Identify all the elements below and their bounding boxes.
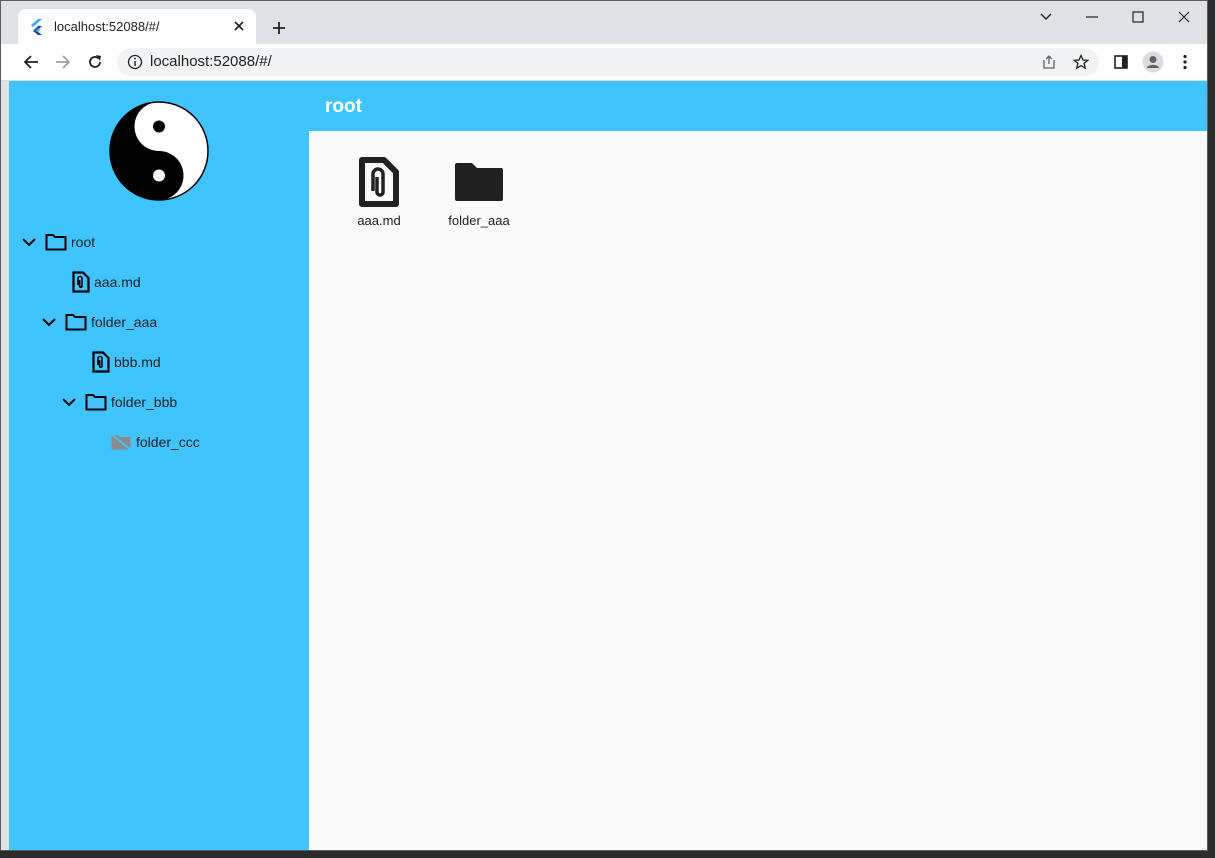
maximize-icon[interactable] <box>1115 5 1161 29</box>
folder-outline-icon <box>85 394 107 411</box>
yin-yang-icon <box>109 101 209 201</box>
url-text: localhost:52088/#/ <box>150 53 272 70</box>
reload-icon[interactable] <box>83 50 107 74</box>
browser-window: localhost:52088/#/ localhost:52088/#/ ro… <box>0 0 1208 851</box>
minimize-icon[interactable] <box>1069 5 1115 29</box>
page-title: root <box>325 96 362 117</box>
tree-item-aaa-md[interactable]: aaa.md <box>72 270 141 294</box>
close-icon[interactable] <box>1161 5 1207 29</box>
menu-icon[interactable] <box>1173 50 1197 74</box>
share-icon[interactable] <box>1039 52 1059 72</box>
app-viewport: root aaa.md folder_aaa bbb.md folder_bbb… <box>9 81 1207 850</box>
tree-item-folder-ccc[interactable]: folder_ccc <box>110 430 200 454</box>
tree-item-label: root <box>71 234 96 250</box>
tab-strip: localhost:52088/#/ <box>1 1 1207 44</box>
chevron-down-icon[interactable] <box>61 394 77 410</box>
folder-off-icon <box>110 433 132 451</box>
folder-outline-icon <box>45 234 67 251</box>
chevron-down-icon[interactable] <box>21 234 37 250</box>
file-attachment-icon <box>92 351 110 373</box>
tree-item-root[interactable]: root <box>21 230 95 254</box>
tree-item-label: bbb.md <box>114 354 161 370</box>
address-bar[interactable]: localhost:52088/#/ <box>117 48 1099 76</box>
profile-icon[interactable] <box>1141 50 1165 74</box>
tab-close-icon[interactable] <box>230 17 248 35</box>
flutter-icon <box>31 19 42 35</box>
file-attachment-icon <box>352 155 406 209</box>
browser-toolbar: localhost:52088/#/ <box>1 44 1207 81</box>
file-grid: aaa.md folder_aaa <box>309 131 1207 850</box>
tree-item-folder-aaa[interactable]: folder_aaa <box>41 310 157 334</box>
tree-item-label: aaa.md <box>94 274 141 290</box>
tab-title: localhost:52088/#/ <box>54 19 160 34</box>
grid-item-aaa-md[interactable]: aaa.md <box>334 155 424 228</box>
new-tab-icon[interactable] <box>268 17 290 39</box>
app-bar: root <box>309 81 1207 131</box>
info-icon[interactable] <box>127 54 143 70</box>
tree-item-label: folder_bbb <box>111 394 178 410</box>
tree-item-label: folder_ccc <box>136 434 200 450</box>
file-attachment-icon <box>72 271 90 293</box>
forward-icon[interactable] <box>51 50 75 74</box>
browser-tab[interactable]: localhost:52088/#/ <box>18 9 256 44</box>
sidebar-icon[interactable] <box>1109 50 1133 74</box>
chevron-down-icon[interactable] <box>41 314 57 330</box>
sidebar: root aaa.md folder_aaa bbb.md folder_bbb… <box>9 81 309 850</box>
tree-item-bbb-md[interactable]: bbb.md <box>92 350 161 374</box>
grid-item-label: aaa.md <box>357 213 401 228</box>
back-icon[interactable] <box>19 50 43 74</box>
folder-icon <box>452 155 506 209</box>
star-icon[interactable] <box>1071 52 1091 72</box>
grid-item-label: folder_aaa <box>448 213 510 228</box>
grid-item-folder-aaa[interactable]: folder_aaa <box>434 155 524 228</box>
tab-search-icon[interactable] <box>1023 5 1069 29</box>
folder-outline-icon <box>65 314 87 331</box>
tree-item-label: folder_aaa <box>91 314 158 330</box>
tree-item-folder-bbb[interactable]: folder_bbb <box>61 390 177 414</box>
